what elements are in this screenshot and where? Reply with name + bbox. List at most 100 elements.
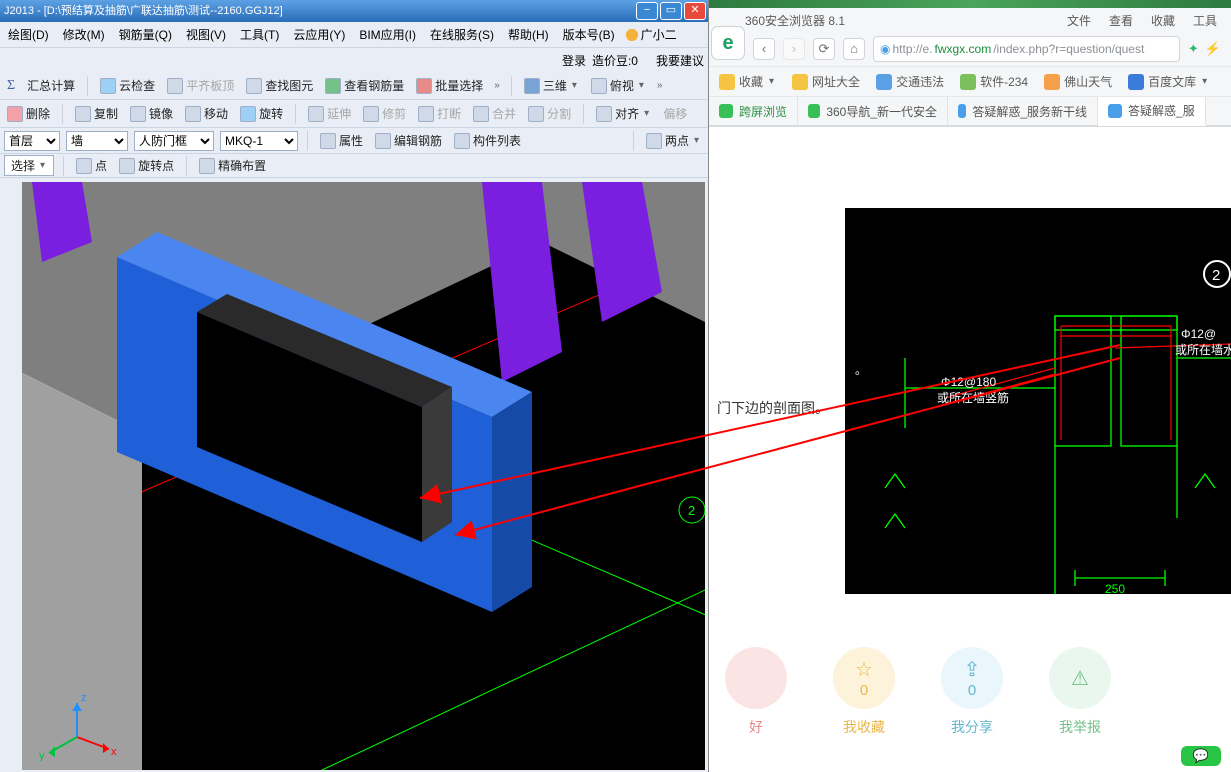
rotate-point-button[interactable]: 旋转点: [116, 156, 177, 175]
move-button[interactable]: 移动: [182, 104, 231, 123]
svg-text:2: 2: [688, 503, 695, 518]
action-good[interactable]: 好: [725, 647, 787, 737]
bm-favorites[interactable]: 收藏▾: [719, 73, 776, 90]
trim-button[interactable]: 修剪: [360, 104, 409, 123]
category-select[interactable]: 墙: [66, 131, 128, 151]
search-icon: [246, 78, 262, 94]
cad-label-a: Φ12@180: [941, 375, 996, 389]
two-point-button[interactable]: 两点▾: [643, 131, 704, 150]
addr-flash-icon[interactable]: ⚡: [1205, 41, 1221, 57]
section-drawing: Φ12@180 或所在墙竖筋 Φ12@ 或所在墙水平 250 。 2: [845, 208, 1231, 594]
action-report[interactable]: ⚠ 我举报: [1049, 647, 1111, 737]
svg-text:y: y: [39, 750, 45, 762]
sigma-icon[interactable]: Σ: [4, 77, 18, 95]
cad-viewport[interactable]: 2: [22, 182, 705, 770]
rotate-button[interactable]: 旋转: [237, 104, 286, 123]
menu-help[interactable]: 帮助(H): [504, 24, 553, 45]
chevron-down-icon[interactable]: »: [492, 80, 502, 91]
page-body[interactable]: 门下边的剖面图。: [709, 132, 1231, 772]
suggest-link[interactable]: 我要建议: [656, 52, 704, 69]
bm-software[interactable]: 软件-234: [960, 73, 1028, 90]
maximize-button[interactable]: ▭: [660, 2, 682, 20]
point-button[interactable]: 点: [73, 156, 110, 175]
edit-rebar-button[interactable]: 编辑钢筋: [372, 131, 445, 150]
url-plain: http://e.: [892, 42, 932, 56]
menu-bim[interactable]: BIM应用(I): [355, 24, 420, 45]
copy-button[interactable]: 复制: [72, 104, 121, 123]
menu-steel[interactable]: 钢筋量(Q): [115, 24, 176, 45]
action-fav[interactable]: ☆0 我收藏: [833, 647, 895, 737]
minimize-button[interactable]: −: [636, 2, 658, 20]
addr-ext-icon[interactable]: ✦: [1188, 41, 1199, 57]
batch-select-button[interactable]: 批量选择: [413, 76, 486, 95]
mirror-button[interactable]: 镜像: [127, 104, 176, 123]
menu-online[interactable]: 在线服务(S): [426, 24, 498, 45]
globe-icon: [792, 74, 808, 90]
twopoint-icon: [646, 133, 662, 149]
merge-button[interactable]: 合并: [470, 104, 519, 123]
cad-label-d: 或所在墙水平: [1175, 343, 1231, 357]
tab-qa2[interactable]: 答疑解惑_服: [1098, 97, 1206, 126]
svg-text:x: x: [111, 746, 117, 758]
floor-select[interactable]: 首层: [4, 131, 60, 151]
login-link[interactable]: 登录: [562, 52, 586, 69]
delete-icon: [7, 106, 23, 122]
assistant-button[interactable]: 广小二: [625, 26, 677, 43]
delete-button[interactable]: 删除: [4, 104, 53, 123]
app-icon: [960, 74, 976, 90]
split-button[interactable]: 分割: [525, 104, 574, 123]
close-button[interactable]: ✕: [684, 2, 706, 20]
align-button[interactable]: 对齐▾: [593, 104, 654, 123]
menu-view[interactable]: 视图(V): [182, 24, 230, 45]
bm-traffic[interactable]: 交通违法: [876, 73, 944, 90]
member-select[interactable]: 人防门框: [134, 131, 214, 151]
member-list-button[interactable]: 构件列表: [451, 131, 524, 150]
tab-qa1[interactable]: 答疑解惑_服务新干线: [948, 97, 1098, 125]
find-element-button[interactable]: 查找图元: [243, 76, 316, 95]
action-share[interactable]: ⇪0 我分享: [941, 647, 1003, 737]
offset-button[interactable]: 偏移: [660, 104, 690, 123]
combo-row: 首层 墙 人防门框 MKQ-1 属性 编辑钢筋 构件列表 两点▾: [0, 128, 708, 154]
bm-baidu[interactable]: 百度文库▾: [1128, 73, 1209, 90]
reload-button[interactable]: ⟳: [813, 38, 835, 60]
flat-slab-button[interactable]: 平齐板顶: [164, 76, 237, 95]
br-menu-fav[interactable]: 收藏: [1151, 12, 1175, 29]
bm-sites[interactable]: 网址大全: [792, 73, 860, 90]
trim-icon: [363, 106, 379, 122]
star-icon: [719, 74, 735, 90]
chevron-down-icon[interactable]: »: [655, 80, 665, 91]
menu-version[interactable]: 版本号(B): [559, 24, 619, 45]
property-button[interactable]: 属性: [317, 131, 366, 150]
chat-bubble-icon: 💬: [1193, 748, 1209, 764]
br-menu-tool[interactable]: 工具: [1193, 12, 1217, 29]
car-icon: [876, 74, 892, 90]
menu-cloud[interactable]: 云应用(Y): [289, 24, 349, 45]
accurate-place-button[interactable]: 精确布置: [196, 156, 269, 175]
back-button[interactable]: ‹: [753, 38, 775, 60]
code-select[interactable]: MKQ-1: [220, 131, 298, 151]
break-button[interactable]: 打断: [415, 104, 464, 123]
forward-button[interactable]: ›: [783, 38, 805, 60]
view3d-button[interactable]: 三维▾: [521, 76, 582, 95]
rotpoint-icon: [119, 158, 135, 174]
br-menu-view[interactable]: 查看: [1109, 12, 1133, 29]
extend-button[interactable]: 延伸: [305, 104, 354, 123]
menu-tool[interactable]: 工具(T): [236, 24, 283, 45]
menu-draw[interactable]: 绘图(D): [4, 24, 53, 45]
address-bar[interactable]: ◉ http://e.fwxgx.com/index.php?r=questio…: [873, 36, 1180, 62]
menu-modify[interactable]: 修改(M): [59, 24, 109, 45]
sum-button[interactable]: 汇总计算: [24, 76, 78, 95]
tab-360nav[interactable]: 360导航_新一代安全: [798, 97, 948, 125]
tab-crossscreen[interactable]: 跨屏浏览: [709, 97, 798, 125]
cad-dim: 250: [1105, 582, 1125, 594]
topview-button[interactable]: 俯视▾: [588, 76, 649, 95]
price-beans: 造价豆:0: [592, 52, 638, 69]
rotate-icon: [240, 106, 256, 122]
float-chat-button[interactable]: 💬: [1181, 746, 1221, 766]
select-button[interactable]: 选择▾: [4, 155, 54, 176]
cloudcheck-button[interactable]: 云检查: [97, 76, 158, 95]
home-button[interactable]: ⌂: [843, 38, 865, 60]
bm-weather[interactable]: 佛山天气: [1044, 73, 1112, 90]
br-menu-file[interactable]: 文件: [1067, 12, 1091, 29]
view-rebar-button[interactable]: 查看钢筋量: [322, 76, 407, 95]
